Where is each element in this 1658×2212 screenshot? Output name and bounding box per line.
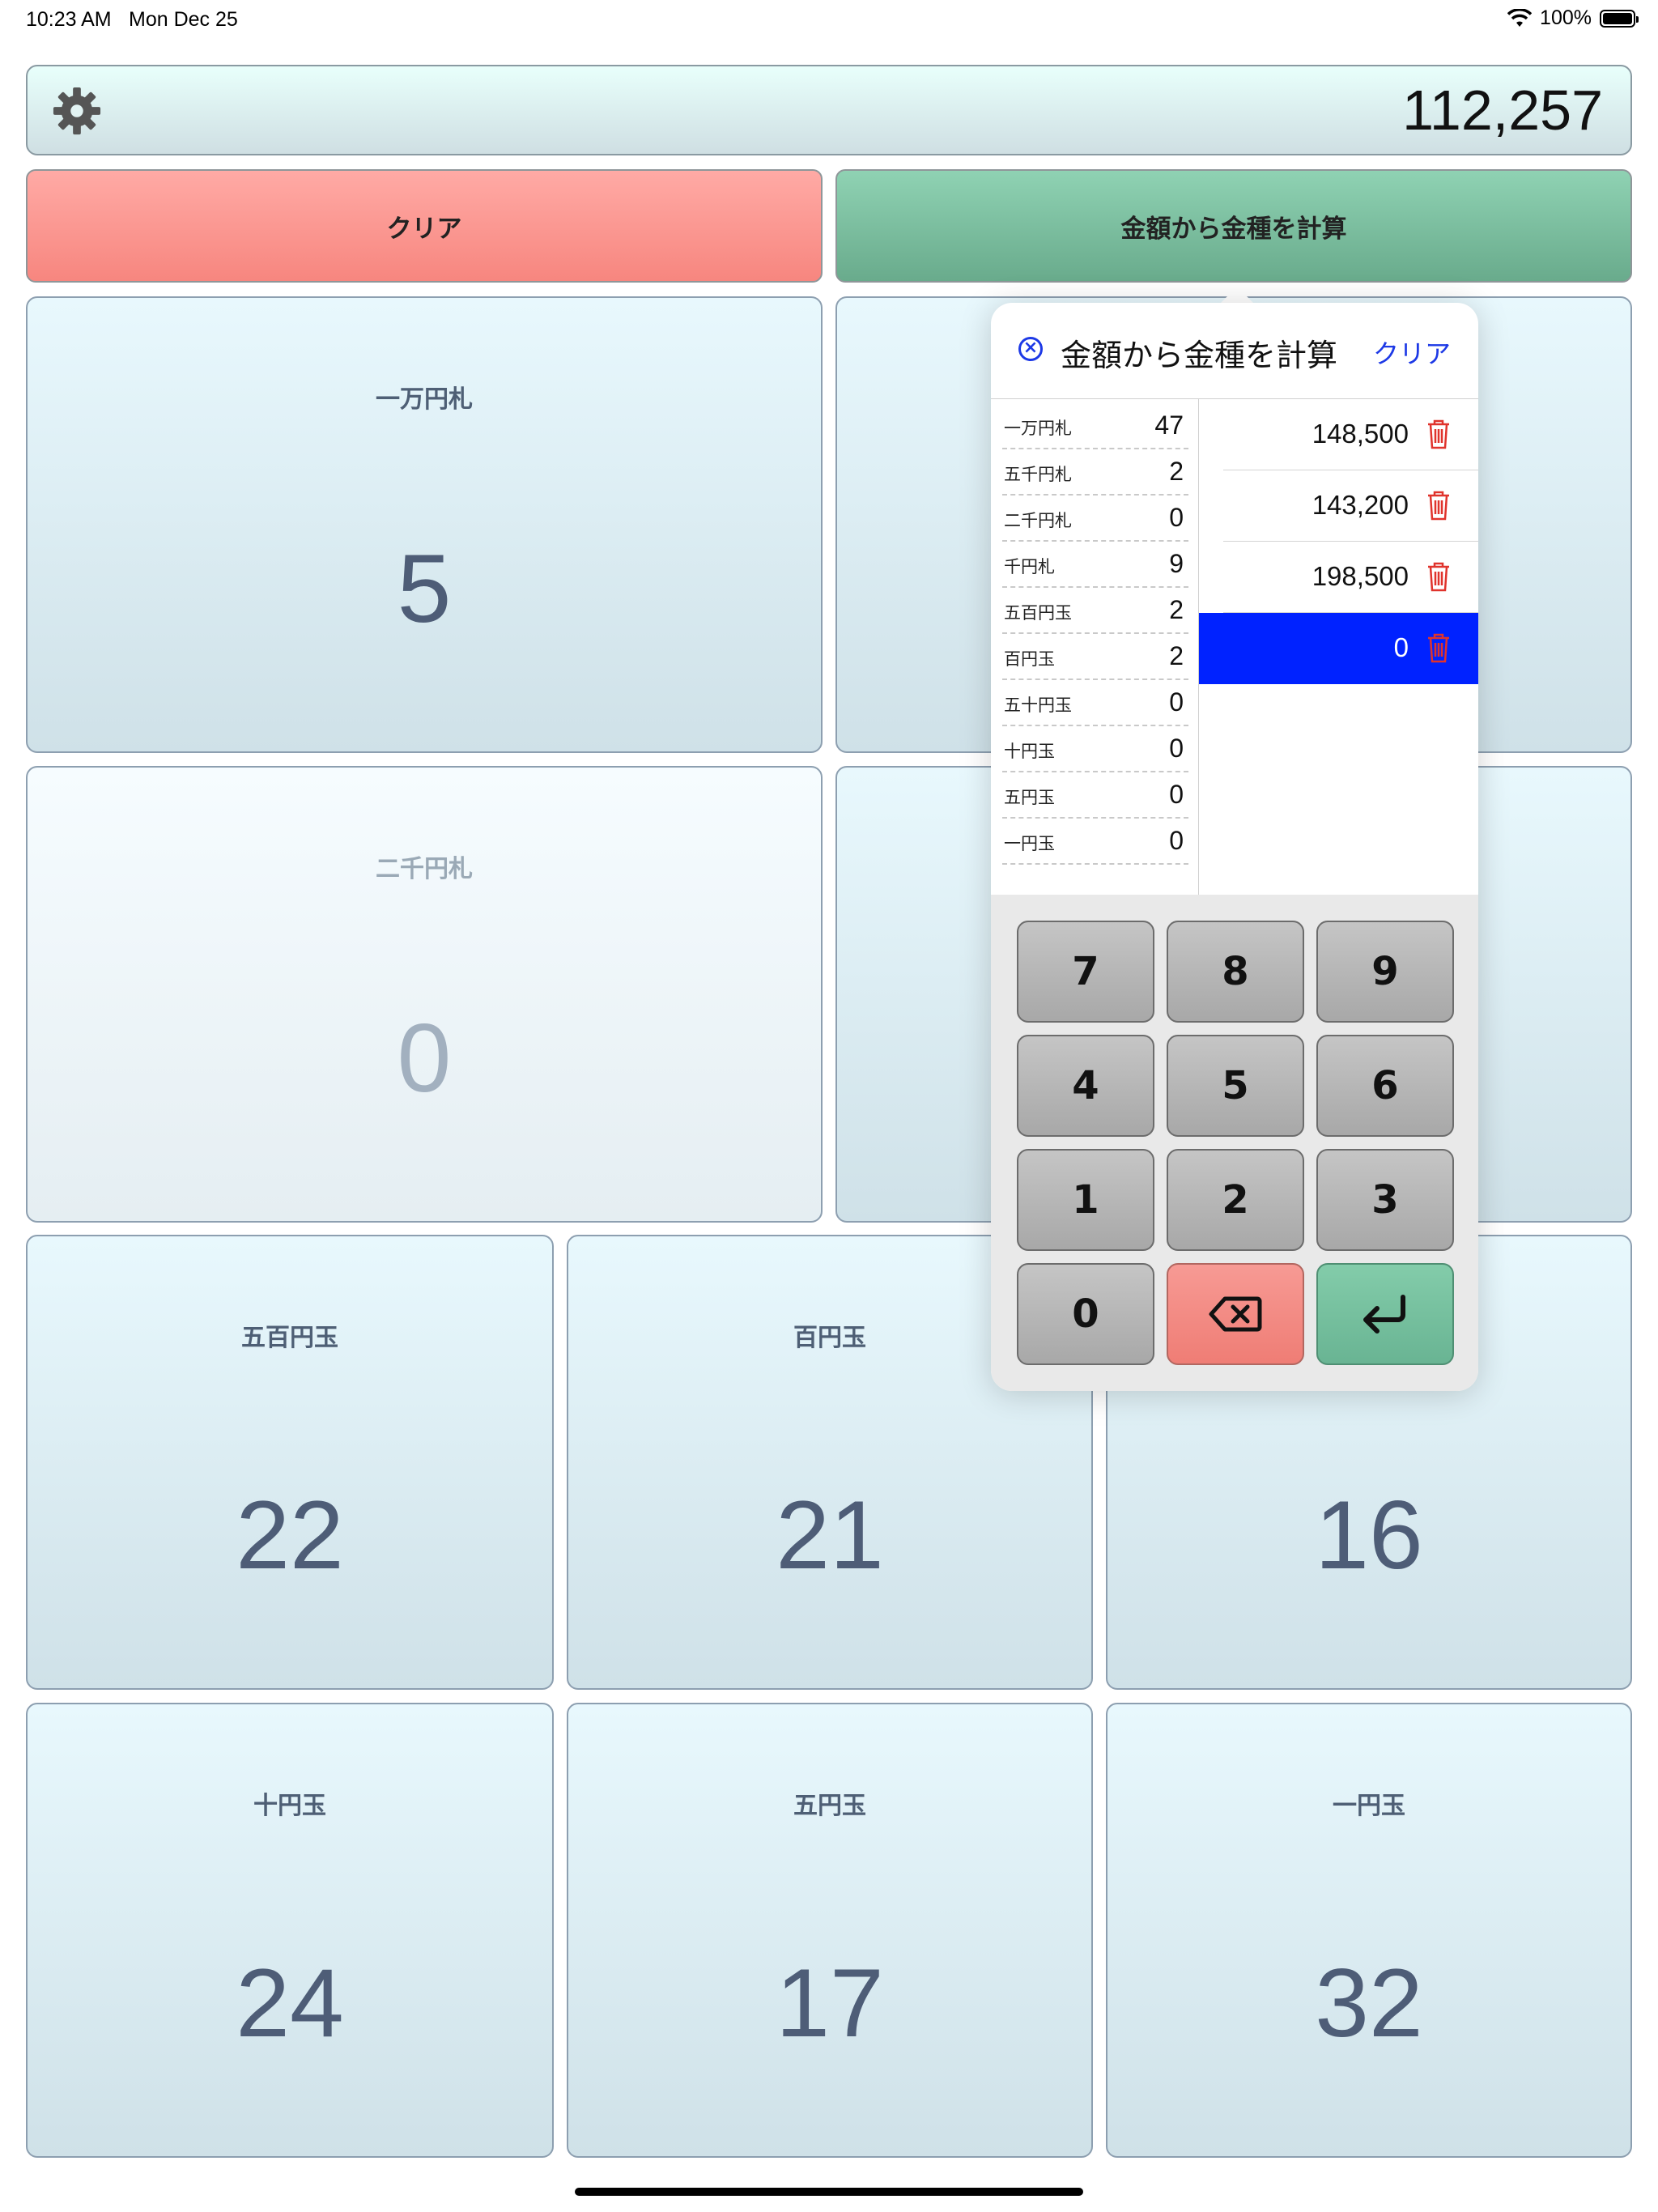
denomination-name: 五百円玉 (1004, 603, 1072, 623)
amount-value: 143,200 (1312, 490, 1409, 520)
denomination-name: 百円玉 (1004, 649, 1055, 669)
tile-count: 5 (397, 534, 452, 643)
tile-count: 22 (236, 1481, 344, 1589)
key-0[interactable]: 0 (1017, 1263, 1154, 1365)
amount-row-selected[interactable]: 0 (1199, 613, 1478, 684)
tile-count: 0 (397, 1004, 452, 1112)
total-display: 112,257 (26, 65, 1632, 155)
battery-icon (1600, 9, 1639, 28)
denomination-name: 一万円札 (1004, 419, 1072, 438)
amount-value: 148,500 (1312, 419, 1409, 449)
trash-icon[interactable] (1426, 490, 1451, 521)
clear-button[interactable]: クリア (26, 169, 823, 283)
list-item: 千円札 9 (1002, 541, 1188, 588)
denomination-count: 2 (1169, 595, 1184, 624)
key-9[interactable]: 9 (1316, 921, 1454, 1023)
denomination-count: 9 (1169, 549, 1184, 578)
amount-value: 198,500 (1312, 561, 1409, 591)
key-3[interactable]: 3 (1316, 1149, 1454, 1251)
denomination-name: 五円玉 (1004, 788, 1055, 807)
tile-label: 一円玉 (1333, 1792, 1405, 1820)
amount-row[interactable]: 148,500 (1199, 399, 1478, 470)
list-item: 五千円札 2 (1002, 449, 1188, 496)
delete-button[interactable] (1167, 1263, 1304, 1365)
amount-row[interactable]: 198,500 (1199, 542, 1478, 613)
calc-denominations-button[interactable]: 金額から金種を計算 (835, 169, 1632, 283)
tile-count: 32 (1315, 1949, 1423, 2057)
tile-label: 二千円札 (376, 855, 473, 883)
denomination-name: 千円札 (1004, 557, 1055, 576)
wifi-icon (1507, 8, 1533, 27)
denomination-name: 二千円札 (1004, 511, 1072, 530)
gear-icon[interactable] (52, 86, 102, 136)
enter-button[interactable] (1316, 1263, 1454, 1365)
tile-label: 一万円札 (376, 385, 473, 414)
numeric-keypad: 7 8 9 4 5 6 1 2 3 0 (991, 895, 1478, 1391)
list-item: 百円玉 2 (1002, 633, 1188, 680)
key-1[interactable]: 1 (1017, 1149, 1154, 1251)
tile-label: 十円玉 (253, 1792, 326, 1820)
tile-1-yen[interactable]: 一円玉 32 (1106, 1703, 1632, 2158)
status-date: Mon Dec 25 (129, 8, 238, 31)
tile-label: 五円玉 (793, 1792, 866, 1820)
key-7[interactable]: 7 (1017, 921, 1154, 1023)
calc-popover: × 金額から金種を計算 クリア 一万円札 47 五千円札 2 二千円札 0 千円… (991, 303, 1478, 1391)
denomination-count: 47 (1154, 410, 1184, 440)
popover-clear-button[interactable]: クリア (1373, 334, 1451, 371)
denomination-count: 0 (1169, 780, 1184, 809)
key-8[interactable]: 8 (1167, 921, 1304, 1023)
denomination-count: 0 (1169, 734, 1184, 763)
amount-list: 148,500 143,200 198,500 0 (1199, 399, 1478, 895)
status-time: 10:23 AM (26, 8, 112, 31)
return-icon (1363, 1295, 1405, 1334)
tile-10000-yen[interactable]: 一万円札 5 (26, 296, 823, 753)
denomination-count: 0 (1169, 503, 1184, 532)
denomination-count: 2 (1169, 641, 1184, 670)
backspace-icon (1209, 1296, 1262, 1332)
total-amount: 112,257 (1402, 79, 1603, 142)
denomination-name: 十円玉 (1004, 742, 1055, 761)
denomination-count: 0 (1169, 687, 1184, 717)
close-circle-icon[interactable]: × (1018, 337, 1043, 361)
trash-icon[interactable] (1426, 419, 1451, 449)
tile-2000-yen[interactable]: 二千円札 0 (26, 766, 823, 1223)
denomination-count: 0 (1169, 826, 1184, 855)
denomination-count: 2 (1169, 457, 1184, 486)
trash-icon[interactable] (1426, 561, 1451, 592)
tile-count: 21 (776, 1481, 884, 1589)
key-6[interactable]: 6 (1316, 1035, 1454, 1137)
denomination-name: 五千円札 (1004, 465, 1072, 484)
key-2[interactable]: 2 (1167, 1149, 1304, 1251)
denomination-name: 一円玉 (1004, 834, 1055, 853)
battery-percent: 100% (1540, 6, 1592, 29)
home-indicator[interactable] (575, 2188, 1083, 2196)
denomination-name: 五十円玉 (1004, 696, 1072, 715)
status-indicators: 100% (1507, 6, 1639, 30)
list-item: 五十円玉 0 (1002, 679, 1188, 726)
tile-count: 16 (1315, 1481, 1423, 1589)
list-item: 一円玉 0 (1002, 818, 1188, 865)
trash-icon[interactable] (1426, 632, 1451, 663)
tile-count: 17 (776, 1949, 884, 2057)
key-4[interactable]: 4 (1017, 1035, 1154, 1137)
status-bar: 10:23 AM Mon Dec 25 100% (0, 0, 1658, 40)
list-item: 十円玉 0 (1002, 725, 1188, 772)
tile-500-yen[interactable]: 五百円玉 22 (26, 1235, 554, 1690)
list-item: 二千円札 0 (1002, 495, 1188, 542)
tile-count: 24 (236, 1949, 344, 2057)
amount-row[interactable]: 143,200 (1199, 470, 1478, 542)
popover-header: × 金額から金種を計算 クリア (991, 303, 1478, 399)
key-5[interactable]: 5 (1167, 1035, 1304, 1137)
list-item: 一万円札 47 (1002, 402, 1188, 449)
popover-title: 金額から金種を計算 (1061, 338, 1338, 373)
denomination-list: 一万円札 47 五千円札 2 二千円札 0 千円札 9 五百円玉 2 百円玉 2… (991, 399, 1199, 895)
tile-label: 五百円玉 (241, 1324, 338, 1352)
tile-5-yen[interactable]: 五円玉 17 (567, 1703, 1093, 2158)
popover-arrow (1219, 287, 1255, 304)
list-item: 五百円玉 2 (1002, 587, 1188, 634)
list-item: 五円玉 0 (1002, 772, 1188, 819)
amount-value: 0 (1393, 632, 1409, 662)
tile-10-yen[interactable]: 十円玉 24 (26, 1703, 554, 2158)
